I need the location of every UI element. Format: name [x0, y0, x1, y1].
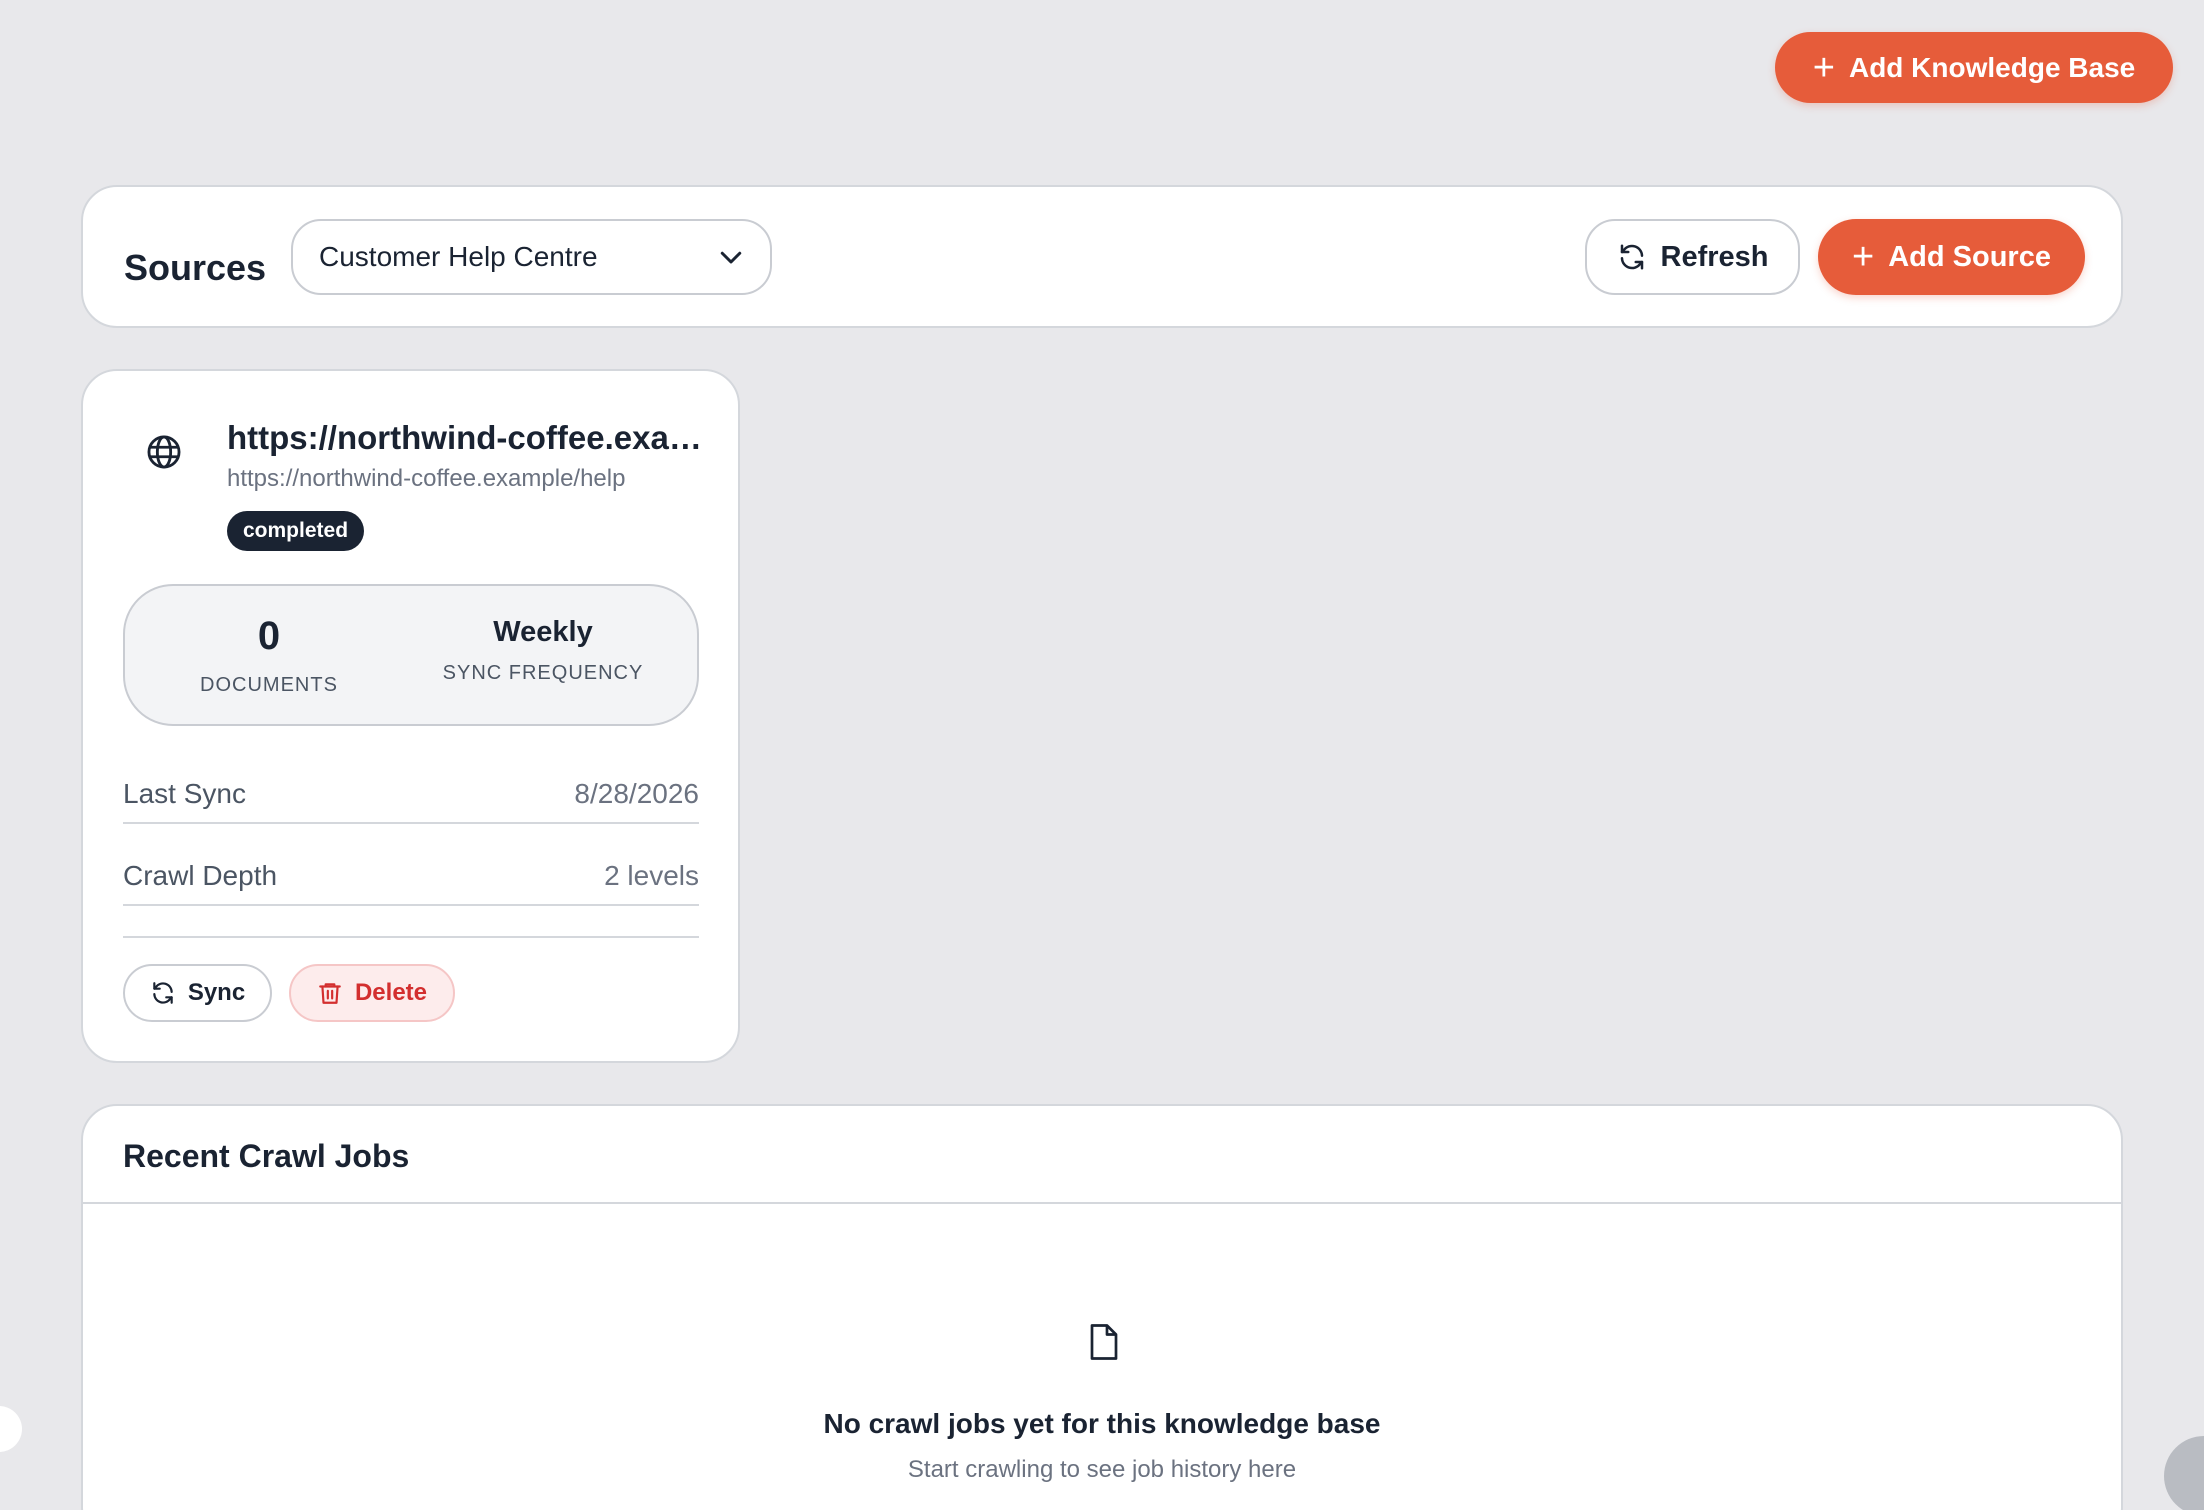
add-source-button[interactable]: + Add Source: [1818, 219, 2085, 295]
knowledge-base-select-value: Customer Help Centre: [319, 241, 598, 272]
refresh-label: Refresh: [1660, 240, 1769, 273]
refresh-button[interactable]: Refresh: [1585, 219, 1800, 295]
add-knowledge-base-label: Add Knowledge Base: [1848, 51, 2136, 83]
trash-icon: [319, 983, 341, 1004]
document-icon: [1090, 1324, 1118, 1360]
source-url: https://northwind-coffee.example/help: [227, 465, 626, 492]
sync-frequency-label: SYNC FREQUENCY: [442, 662, 644, 684]
status-badge: completed: [227, 511, 365, 551]
recent-crawl-jobs-panel: Recent Crawl Jobs No crawl jobs yet for …: [81, 1104, 2123, 1510]
delete-button[interactable]: Delete: [289, 964, 455, 1022]
recent-crawl-jobs-title: Recent Crawl Jobs: [123, 1138, 410, 1174]
source-card: https://northwind-coffee.example/help ht…: [81, 369, 740, 1063]
documents-label: DOCUMENTS: [200, 674, 338, 696]
empty-state-subtitle: Start crawling to see job history here: [907, 1456, 1297, 1483]
sources-title: Sources: [124, 247, 267, 288]
source-title: https://northwind-coffee.example/help: [227, 419, 705, 456]
sync-label: Sync: [187, 979, 246, 1006]
empty-state-title: No crawl jobs yet for this knowledge bas…: [823, 1408, 1381, 1439]
sync-frequency-value: Weekly: [493, 616, 593, 648]
chevron-down-icon: [720, 251, 742, 264]
refresh-icon: [153, 982, 173, 1004]
last-sync-value: 8/28/2026: [574, 778, 699, 809]
delete-label: Delete: [354, 979, 428, 1006]
documents-count: 0: [257, 614, 281, 658]
plus-icon: +: [1852, 236, 1875, 278]
add-knowledge-base-button[interactable]: + Add Knowledge Base: [1775, 32, 2173, 103]
source-stats: 0 DOCUMENTS Weekly SYNC FREQUENCY: [123, 584, 699, 726]
last-sync-label: Last Sync: [123, 778, 246, 809]
plus-icon: +: [1812, 46, 1835, 89]
divider: [123, 936, 699, 938]
knowledge-base-select[interactable]: Customer Help Centre: [291, 219, 772, 295]
crawl-depth-row: Crawl Depth 2 levels: [123, 848, 699, 906]
crawl-depth-value: 2 levels: [604, 860, 699, 891]
refresh-icon: [1620, 244, 1643, 270]
add-source-label: Add Source: [1888, 240, 2051, 273]
recent-crawl-jobs-header: Recent Crawl Jobs: [83, 1106, 2121, 1204]
sync-button[interactable]: Sync: [123, 964, 272, 1022]
knowledge-base-sources-page: + Add Knowledge Base Sources Customer He…: [0, 0, 2204, 1510]
sources-toolbar: Sources Customer Help Centre Refresh + A…: [81, 185, 2123, 328]
corner-shadow: [2164, 1436, 2204, 1510]
last-sync-row: Last Sync 8/28/2026: [123, 766, 699, 824]
crawl-depth-label: Crawl Depth: [123, 860, 278, 891]
edge-handle: [0, 1406, 22, 1452]
globe-icon: [147, 435, 181, 469]
